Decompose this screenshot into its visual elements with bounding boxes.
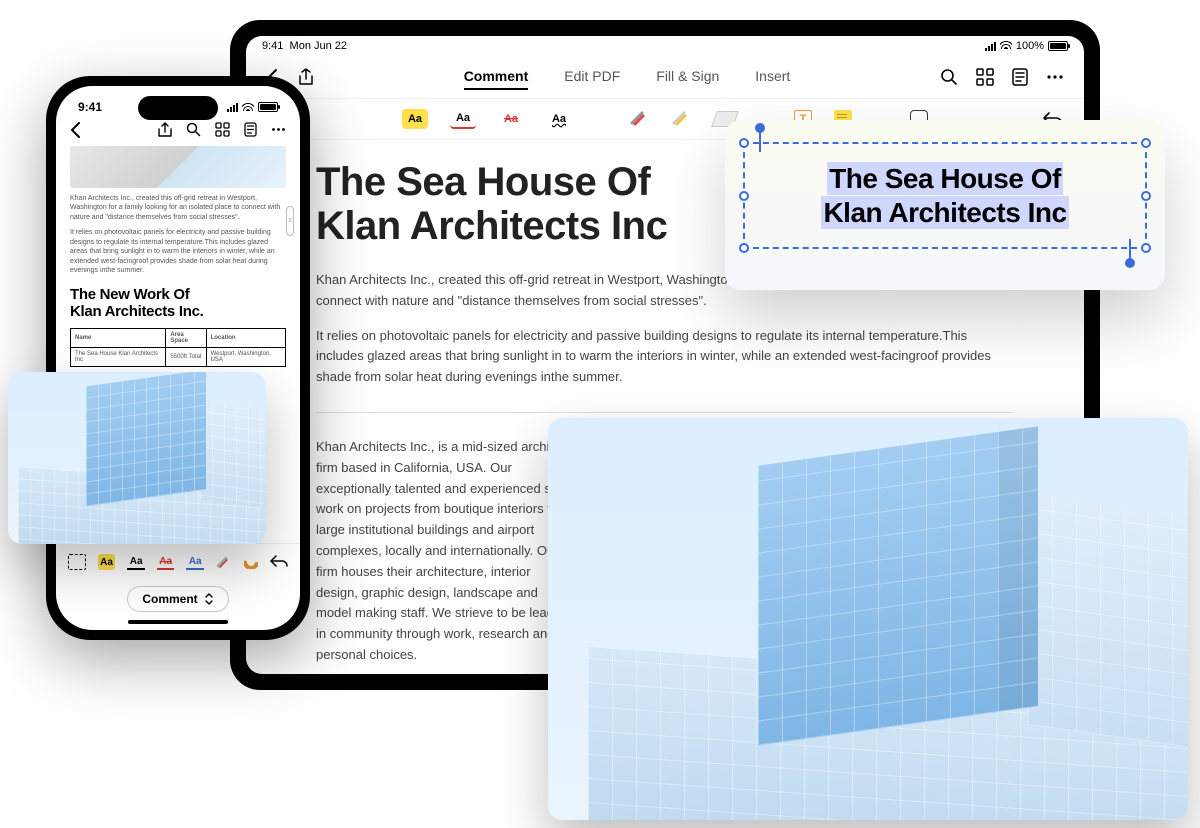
tab-fill-sign[interactable]: Fill & Sign: [656, 64, 719, 90]
share-button[interactable]: [158, 122, 172, 138]
iphone-annotation-toolbar: Aa Aa Aa Aa: [56, 543, 300, 580]
underline-tool[interactable]: Aa: [450, 109, 476, 129]
iphone-mode-selector-area: Comment: [56, 580, 300, 620]
selection-handle[interactable]: [1141, 191, 1151, 201]
document-paragraph: Khan Architects Inc., is a mid-sized arc…: [316, 437, 576, 666]
ipad-time: 9:41: [262, 40, 283, 52]
ipad-status-bar: 9:41 Mon Jun 22 100%: [246, 36, 1084, 56]
selection-handle[interactable]: [1141, 243, 1151, 253]
iphone-screen: 9:41 ≡ Khan Architects Inc., created thi…: [56, 86, 300, 630]
thumbnails-button[interactable]: [976, 68, 994, 86]
search-button[interactable]: [186, 122, 201, 138]
pen-tool[interactable]: [216, 554, 232, 570]
battery-icon: [258, 102, 278, 112]
document-image: [70, 146, 286, 188]
selection-handle[interactable]: [739, 191, 749, 201]
strikethrough-tool[interactable]: Aa: [498, 109, 524, 129]
pen-yellow-tool[interactable]: [672, 109, 692, 129]
selection-caret[interactable]: [1129, 239, 1131, 261]
battery-icon: [1048, 41, 1068, 51]
selection-handle[interactable]: [739, 138, 749, 148]
iphone-time: 9:41: [78, 100, 102, 114]
view-settings-button[interactable]: [244, 122, 257, 138]
underline-tool[interactable]: Aa: [127, 554, 145, 570]
mode-selector[interactable]: Comment: [127, 586, 228, 612]
signal-icon: [985, 42, 996, 51]
more-button[interactable]: [1046, 68, 1064, 86]
undo-button[interactable]: [270, 555, 288, 569]
document-heading: The New Work OfKlan Architects Inc.: [70, 286, 286, 321]
document-table: NameArea SpaceLocation The Sea House Kla…: [70, 328, 286, 367]
selection-tool[interactable]: [68, 554, 86, 570]
selection-handle[interactable]: [1141, 138, 1151, 148]
selection-handle[interactable]: [739, 243, 749, 253]
selection-preview-card: The Sea House OfKlan Architects Inc: [725, 120, 1165, 290]
chevron-updown-icon: [204, 593, 214, 605]
strikethrough-tool[interactable]: Aa: [157, 554, 175, 570]
wifi-icon: [1000, 40, 1012, 52]
highlight-tool[interactable]: Aa: [98, 554, 116, 570]
building-image-small: [8, 372, 266, 544]
ipad-header: Comment Edit PDF Fill & Sign Insert: [246, 56, 1084, 99]
document-paragraph: It relies on photovoltaic panels for ele…: [70, 228, 286, 275]
selection-caret[interactable]: [759, 130, 761, 152]
color-orange-tool[interactable]: [244, 555, 258, 569]
back-button[interactable]: [70, 122, 82, 138]
document-paragraph: It relies on photovoltaic panels for ele…: [316, 326, 1014, 388]
home-indicator[interactable]: [128, 620, 228, 624]
dynamic-island: [138, 96, 218, 120]
scroll-indicator[interactable]: ≡: [286, 206, 294, 236]
squiggly-tool[interactable]: Aa: [546, 109, 572, 129]
text-selection-box[interactable]: The Sea House OfKlan Architects Inc: [743, 142, 1147, 249]
iphone-device-frame: 9:41 ≡ Khan Architects Inc., created thi…: [46, 76, 310, 640]
search-button[interactable]: [940, 68, 958, 86]
tab-comment[interactable]: Comment: [464, 64, 529, 90]
highlight-tool[interactable]: Aa: [402, 109, 428, 129]
signal-icon: [227, 103, 238, 112]
wifi-icon: [242, 100, 254, 114]
selected-text: The Sea House OfKlan Architects Inc: [757, 162, 1133, 229]
pen-red-tool[interactable]: [630, 109, 650, 129]
thumbnails-button[interactable]: [215, 122, 230, 138]
tab-edit-pdf[interactable]: Edit PDF: [564, 64, 620, 90]
view-settings-button[interactable]: [1012, 68, 1028, 86]
document-paragraph: Khan Architects Inc., created this off-g…: [70, 194, 286, 222]
mode-label: Comment: [142, 592, 197, 606]
divider: [316, 412, 1014, 413]
more-button[interactable]: [271, 122, 286, 138]
building-image-large: [548, 418, 1188, 820]
share-button[interactable]: [298, 68, 314, 86]
ipad-date: Mon Jun 22: [290, 40, 347, 52]
tab-insert[interactable]: Insert: [755, 64, 790, 90]
squiggly-tool[interactable]: Aa: [186, 554, 204, 570]
battery-percent: 100%: [1016, 40, 1044, 52]
